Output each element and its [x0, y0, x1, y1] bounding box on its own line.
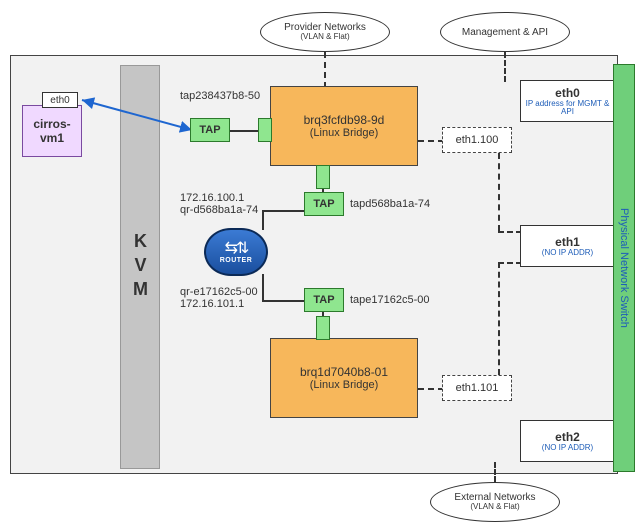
bridge1: brq3fcfdb98-9d (Linux Bridge) [270, 86, 418, 166]
tap1-name: tap238437b8-50 [180, 90, 260, 102]
nic-eth1: eth1 (NO IP ADDR) [520, 225, 615, 267]
conn-bridge2-sub2 [418, 388, 444, 390]
tap2-name: tapd568ba1a-74 [350, 198, 430, 210]
conn-sub1-eth1-v [498, 153, 500, 231]
conn-router-tap3-v [262, 274, 264, 300]
nic-eth1-desc: (NO IP ADDR) [542, 249, 593, 257]
conn-tap2-router-v [262, 210, 264, 230]
cloud-mgmt-title: Management & API [462, 27, 548, 38]
router-port2-qr: qr-e17162c5-00 [180, 286, 258, 298]
conn-external-eth2 [494, 462, 496, 482]
conn-tap1-bridge1 [230, 130, 258, 132]
tap1-chip [258, 118, 272, 142]
nic-eth0: eth0 IP address for MGMT & API [520, 80, 615, 122]
tap1: TAP [190, 118, 230, 142]
conn-router-tap3-h [262, 300, 306, 302]
conn-bridge1-sub1 [418, 140, 444, 142]
nic-eth2: eth2 (NO IP ADDR) [520, 420, 615, 462]
subiface-eth1-101: eth1.101 [442, 375, 512, 401]
bridge1-name: brq3fcfdb98-9d [304, 113, 385, 127]
tap2: TAP [304, 192, 344, 216]
nic-eth0-desc: IP address for MGMT & API [521, 100, 614, 117]
diagram-canvas: Provider Networks (VLAN & Flat) Manageme… [0, 0, 640, 526]
tap3: TAP [304, 288, 344, 312]
conn-provider-bridge1 [324, 52, 326, 88]
cloud-provider-sub: (VLAN & Flat) [300, 33, 349, 42]
nic-eth2-desc: (NO IP ADDR) [542, 444, 593, 452]
router-icon: ⇆⇅ ROUTER [204, 228, 268, 276]
router-port1-ip: 172.16.100.1 [180, 192, 244, 204]
conn-tap2-router-h [262, 210, 306, 212]
cloud-external: External Networks (VLAN & Flat) [430, 482, 560, 522]
conn-sub1-eth1-h [498, 231, 522, 233]
tap3-name: tape17162c5-00 [350, 294, 430, 306]
nic-eth0-name: eth0 [555, 86, 580, 100]
bridge2-name: brq1d7040b8-01 [300, 365, 388, 379]
nic-eth1-name: eth1 [555, 235, 580, 249]
router-port1-qr: qr-d568ba1a-74 [180, 204, 258, 216]
vm-eth0: eth0 [42, 92, 78, 108]
vm-box: cirros-vm1 [22, 105, 82, 157]
cloud-provider: Provider Networks (VLAN & Flat) [260, 12, 390, 52]
bridge1-sub: (Linux Bridge) [310, 127, 378, 139]
conn-sub2-eth1-v [498, 262, 500, 375]
physical-switch-label: Physical Network Switch [618, 208, 630, 328]
subiface-eth1-100: eth1.100 [442, 127, 512, 153]
conn-sub2-eth1-h [498, 262, 522, 264]
bridge2: brq1d7040b8-01 (Linux Bridge) [270, 338, 418, 418]
router-label: ROUTER [220, 257, 253, 264]
tap2-chip [316, 165, 330, 189]
physical-switch: Physical Network Switch [613, 64, 635, 472]
conn-mgmt-eth0 [504, 52, 506, 82]
tap3-chip [316, 316, 330, 340]
router-port2-ip: 172.16.101.1 [180, 298, 244, 310]
cloud-mgmt: Management & API [440, 12, 570, 52]
vm-name: cirros-vm1 [23, 117, 81, 145]
router-glyph: ⇆⇅ [225, 241, 248, 257]
kvm-label: KVM [130, 231, 151, 303]
bridge2-sub: (Linux Bridge) [310, 379, 378, 391]
nic-eth2-name: eth2 [555, 430, 580, 444]
cloud-external-sub: (VLAN & Flat) [470, 503, 519, 512]
